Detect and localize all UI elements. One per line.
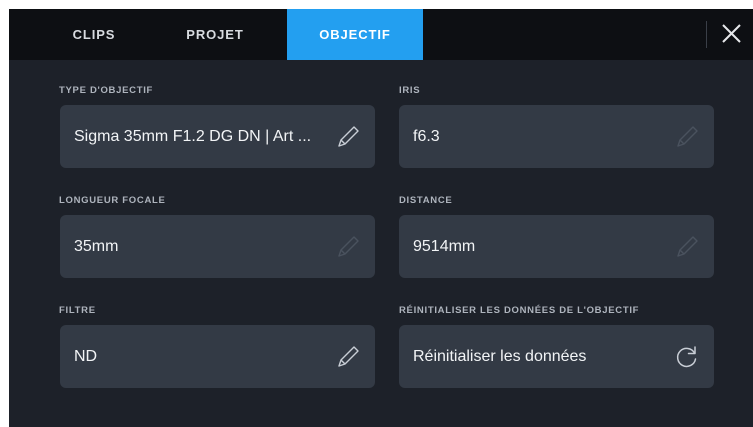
pencil-icon[interactable]	[335, 124, 361, 150]
lens-type-value: Sigma 35mm F1.2 DG DN | Art ...	[74, 128, 312, 145]
iris-field[interactable]: f6.3	[399, 105, 714, 168]
focal-length-label: LONGUEUR FOCALE	[59, 195, 166, 206]
tab-clips[interactable]: CLIPS	[60, 9, 128, 60]
lens-settings-screen: CLIPS PROJET OBJECTIF TYPE D'OBJECTIF Si…	[9, 9, 753, 427]
reset-lens-data-text: Réinitialiser les données	[413, 348, 587, 365]
lens-type-field[interactable]: Sigma 35mm F1.2 DG DN | Art ...	[60, 105, 375, 168]
pencil-icon	[677, 236, 698, 257]
filter-field[interactable]: ND	[60, 325, 375, 388]
focal-length-value: 35mm	[74, 238, 119, 255]
tab-objectif[interactable]: OBJECTIF	[287, 9, 423, 60]
pencil-icon[interactable]	[335, 344, 361, 370]
close-icon[interactable]	[716, 19, 746, 49]
distance-label: DISTANCE	[399, 195, 453, 206]
lens-type-label: TYPE D'OBJECTIF	[59, 85, 154, 96]
tab-divider	[706, 21, 707, 48]
reset-lens-data-label: RÉINITIALISER LES DONNÉES DE L'OBJECTIF	[399, 305, 640, 316]
filter-value: ND	[74, 348, 98, 365]
refresh-icon[interactable]	[674, 344, 700, 370]
iris-value: f6.3	[413, 128, 440, 145]
tab-projet[interactable]: PROJET	[174, 9, 256, 60]
distance-value: 9514mm	[413, 238, 476, 255]
filter-label: FILTRE	[59, 305, 96, 316]
pencil-icon	[338, 236, 359, 257]
reset-lens-data-button[interactable]: Réinitialiser les données	[399, 325, 714, 388]
distance-field[interactable]: 9514mm	[399, 215, 714, 278]
pencil-icon	[677, 126, 698, 147]
iris-label: IRIS	[399, 85, 421, 96]
focal-length-field[interactable]: 35mm	[60, 215, 375, 278]
tab-bar: CLIPS PROJET OBJECTIF	[9, 9, 753, 60]
